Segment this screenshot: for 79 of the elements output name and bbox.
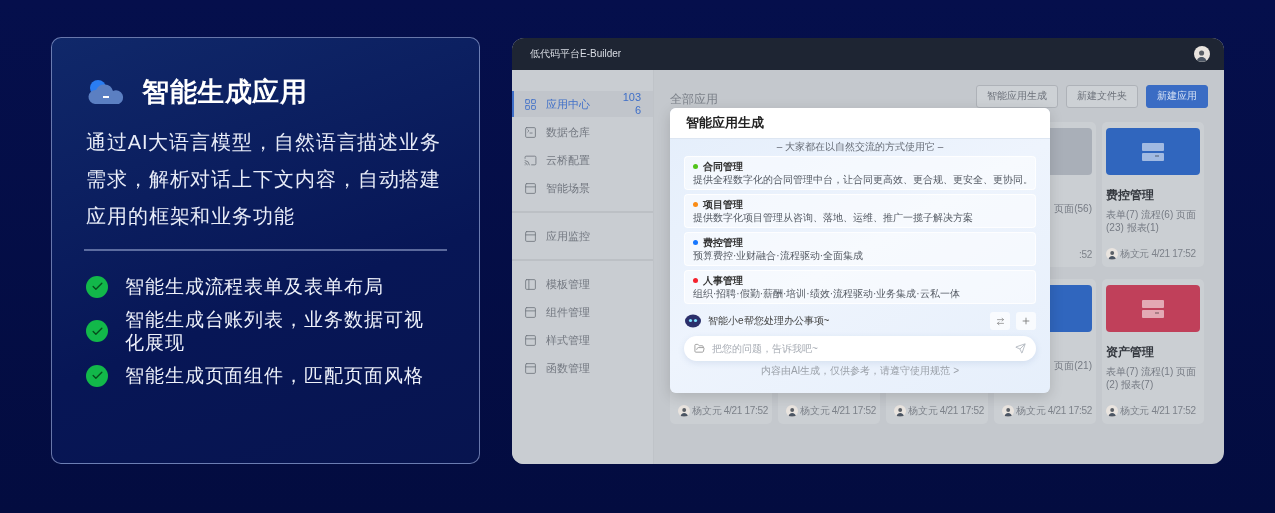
window-title: 低代码平台E-Builder xyxy=(530,47,622,61)
author-time: 杨文元 4/21 17:52 xyxy=(908,404,984,418)
sidebar-item[interactable]: 云桥配置 xyxy=(512,147,653,173)
feature-point: 智能生成页面组件，匹配页面风格 xyxy=(125,364,425,387)
suggestion-description: 预算费控·业财融合·流程驱动·全面集成 xyxy=(693,249,864,262)
suggestion-title: 项目管理 xyxy=(703,198,743,211)
sidebar-item[interactable]: 函数管理 xyxy=(512,355,653,381)
sidebar-item[interactable]: 应用监控 xyxy=(512,223,653,249)
window-icon xyxy=(524,181,537,195)
window-icon xyxy=(524,305,537,319)
primary-button[interactable]: 新建应用 xyxy=(1146,84,1208,108)
sidebar-item[interactable]: 组件管理 xyxy=(512,299,653,325)
suggestion-card[interactable]: 费控管理 预算费控·业财融合·流程驱动·全面集成 xyxy=(684,232,1036,266)
avatar-icon xyxy=(894,405,907,417)
cast-icon xyxy=(524,153,537,167)
feature-description: 通过AI大语言模型，自然语言描述业务需求，解析对话上下文内容，自动搭建应用的框架和业务功能 xyxy=(86,130,443,229)
app-title: 资产管理 xyxy=(1106,344,1155,361)
author-time: 杨文元 4/21 17:52 xyxy=(1016,404,1092,418)
author-time: 杨文元 4/21 17:52 xyxy=(692,404,768,418)
window-icon xyxy=(524,333,537,347)
swap-icon xyxy=(995,316,1005,326)
terminal-icon xyxy=(524,125,537,139)
outline-button[interactable]: 智能应用生成 xyxy=(976,84,1058,108)
window-icon xyxy=(524,361,537,375)
feature-point: 智能生成流程表单及表单布局 xyxy=(125,275,385,298)
avatar-icon xyxy=(1194,46,1210,62)
question-field[interactable]: 把您的问题，告诉我吧~ xyxy=(684,336,1036,361)
avatar-icon xyxy=(1106,248,1118,260)
suggestion-description: 提供全程数字化的合同管理中台，让合同更高效、更合规、更安全、更协同。 xyxy=(693,173,1027,186)
suggestion-card[interactable]: 合同管理 提供全程数字化的合同管理中台，让合同更高效、更合规、更安全、更协同。 xyxy=(684,156,1036,190)
app-icon xyxy=(1142,299,1164,318)
sidebar-item[interactable]: 模板管理 xyxy=(512,271,653,297)
suggestion-title: 合同管理 xyxy=(703,160,743,173)
app-stats: 页面(56) xyxy=(1053,202,1092,215)
outline-button[interactable]: 新建文件夹 xyxy=(1066,84,1138,108)
cloud-icon xyxy=(86,78,126,106)
sidebar-item[interactable]: 智能场景 xyxy=(512,175,653,201)
app-stats: 表单(7) 流程(6) 页面(23) 报表(1) xyxy=(1106,208,1197,234)
window-icon xyxy=(524,229,537,243)
app-card[interactable]: 费控管理 表单(7) 流程(6) 页面(23) 报表(1) 杨文元 4/21 17:52 xyxy=(1102,122,1204,267)
suggestion-title: 人事管理 xyxy=(703,274,743,287)
sidebar-item[interactable]: 样式管理 xyxy=(512,327,653,353)
author-time: 杨文元 4/21 17:52 xyxy=(1120,247,1196,261)
section-heading: 全部应用 xyxy=(670,90,718,108)
suggestion-card[interactable]: 人事管理 组织·招聘·假勤·薪酬·培训·绩效·流程驱动·业务集成·云私一体 xyxy=(684,270,1036,304)
app-title: 费控管理 xyxy=(1106,187,1155,204)
app-stats: 页面(21) xyxy=(1053,359,1092,372)
app-icon xyxy=(1142,142,1164,161)
disclaimer-text: 内容由AI生成，仅供参考，请遵守使用规范 > xyxy=(760,364,960,378)
grid-icon xyxy=(524,97,537,111)
avatar-icon xyxy=(678,405,691,417)
suggestion-description: 提供数字化项目管理从咨询、落地、运维、推广一揽子解决方案 xyxy=(693,211,974,224)
question-input[interactable]: 把您的问题，告诉我吧~ xyxy=(710,342,1010,355)
avatar-icon xyxy=(786,405,799,417)
item-count: 1036 xyxy=(621,91,641,117)
dialog-subtitle: – 大家都在以自然交流的方式使用它 – xyxy=(775,140,945,154)
author-time: 杨文元 4/21 17:52 xyxy=(800,404,876,418)
add-button[interactable] xyxy=(1016,312,1036,330)
folder-icon xyxy=(694,343,705,354)
robot-icon xyxy=(684,314,702,328)
feature-point: 智能生成台账列表，业务数据可视化展现 xyxy=(125,308,425,354)
dialog-title: 智能应用生成 xyxy=(686,114,764,132)
send-icon xyxy=(1015,343,1026,354)
avatar-icon xyxy=(1106,405,1118,417)
app-card[interactable]: 资产管理 表单(7) 流程(1) 页面(2) 报表(7) 杨文元 4/21 17:52 xyxy=(1102,279,1204,424)
time-text: :52 xyxy=(1079,248,1092,260)
avatar-icon xyxy=(1002,405,1015,417)
app-stats: 表单(7) 流程(1) 页面(2) 报表(7) xyxy=(1106,365,1197,391)
suggestion-card[interactable]: 项目管理 提供数字化项目管理从咨询、落地、运维、推广一揽子解决方案 xyxy=(684,194,1036,228)
sidebar-icon xyxy=(524,277,537,291)
assistant-text: 智能小e帮您处理办公事项~ xyxy=(708,314,831,328)
plus-icon xyxy=(1021,316,1031,326)
suggestion-description: 组织·招聘·假勤·薪酬·培训·绩效·流程驱动·业务集成·云私一体 xyxy=(693,287,961,300)
author-time: 杨文元 4/21 17:52 xyxy=(1120,404,1196,418)
switch-button[interactable] xyxy=(990,312,1010,330)
sidebar-item[interactable]: 数据仓库 xyxy=(512,119,653,145)
feature-title: 智能生成应用 xyxy=(142,76,307,109)
sidebar-item[interactable]: 应用中心 1036 xyxy=(512,91,653,117)
suggestion-title: 费控管理 xyxy=(703,236,743,249)
